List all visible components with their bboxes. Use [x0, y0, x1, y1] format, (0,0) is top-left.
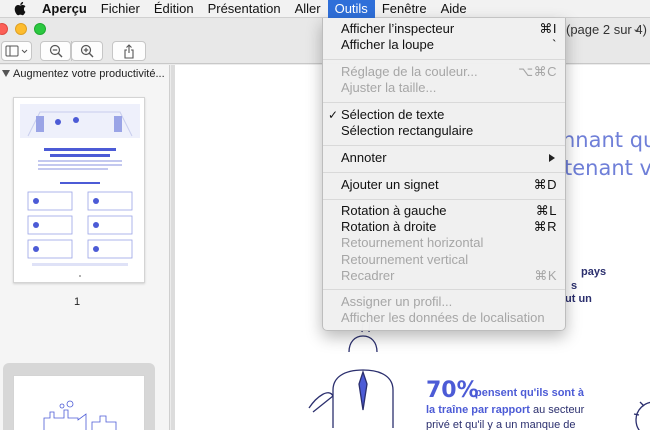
- menu-item-afficher-loupe[interactable]: Afficher la loupe `: [323, 37, 565, 53]
- menu-item-label: Afficher la loupe: [341, 37, 434, 52]
- menu-item-rotation-droite[interactable]: Rotation à droite ⌘R: [323, 219, 565, 235]
- zoom-in-button[interactable]: [71, 41, 103, 61]
- menu-item-label: Rotation à gauche: [341, 203, 447, 218]
- apple-icon[interactable]: [13, 1, 27, 16]
- menu-item-label: Ajouter un signet: [341, 177, 439, 192]
- statistic-text-line-2-rest: au secteur: [529, 404, 585, 416]
- menu-item-retournement-horizontal: Retournement horizontal: [323, 235, 565, 251]
- zoom-out-icon: [49, 44, 62, 58]
- statistic-text-line-2-bold: la traîne par rapport: [426, 404, 530, 416]
- menu-edition[interactable]: Édition: [147, 0, 201, 18]
- menu-item-ajouter-signet[interactable]: Ajouter un signet ⌘D: [323, 177, 565, 193]
- sidebar-toggle-icon: [5, 45, 27, 57]
- page-side-text-2: s: [571, 280, 578, 292]
- menu-item-label: Retournement horizontal: [341, 235, 484, 250]
- menu-item-shortcut: ⌘D: [533, 177, 557, 192]
- page-thumbnail-2-image: [43, 400, 117, 430]
- menu-item-label: Afficher les données de localisation: [341, 310, 545, 325]
- chevron-right-icon: [549, 154, 555, 162]
- window-controls: [0, 23, 46, 35]
- menu-outils[interactable]: Outils: [327, 0, 375, 18]
- menu-item-retournement-vertical: Retournement vertical: [323, 252, 565, 268]
- menu-separator: [323, 172, 565, 173]
- menu-aide[interactable]: Aide: [434, 0, 474, 18]
- menu-item-label: Sélection de texte: [341, 107, 445, 122]
- page-thumbnail-2[interactable]: [13, 375, 145, 430]
- menu-item-shortcut: ⌥⌘C: [518, 64, 557, 79]
- gear-illustration: [633, 401, 650, 430]
- statistic-text-line-3: privé et qu'il y a un manque de: [426, 419, 576, 430]
- zoom-in-icon: [80, 44, 94, 58]
- menu-separator: [323, 145, 565, 146]
- share-button[interactable]: [112, 41, 146, 61]
- close-window-button[interactable]: [0, 23, 8, 35]
- outils-dropdown-menu: Afficher l’inspecteur ⌘I Afficher la lou…: [322, 18, 566, 331]
- menu-bar: Aperçu Fichier Édition Présentation Alle…: [0, 0, 650, 18]
- menu-fenetre[interactable]: Fenêtre: [375, 0, 434, 18]
- page-side-text-3: ut un: [565, 293, 592, 305]
- minimize-window-button[interactable]: [15, 23, 27, 35]
- menu-item-selection-texte[interactable]: ✓ Sélection de texte: [323, 107, 565, 123]
- menu-item-shortcut: ⌘L: [535, 203, 557, 218]
- page-thumbnail-1-image: [20, 104, 140, 277]
- sidebar-document-title: Augmentez votre productivité...: [13, 68, 165, 80]
- menu-fichier[interactable]: Fichier: [94, 0, 147, 18]
- menu-item-shortcut: `: [552, 37, 557, 52]
- menu-item-label: Ajuster la taille...: [341, 80, 437, 95]
- menu-item-label: Afficher l’inspecteur: [341, 21, 455, 36]
- menu-separator: [323, 59, 565, 60]
- checkmark-icon: ✓: [328, 108, 339, 122]
- statistic-text-line-1: pensent qu'ils sont à: [475, 387, 584, 399]
- menu-item-recadrer: Recadrer ⌘K: [323, 268, 565, 284]
- page-heading-line-1: nnant qu: [562, 128, 650, 152]
- page-thumbnail-1[interactable]: [13, 97, 145, 283]
- menu-separator: [323, 289, 565, 290]
- menu-app-name[interactable]: Aperçu: [37, 0, 94, 18]
- title-menu-chevron-icon[interactable]: ⌄: [632, 22, 641, 35]
- menu-item-selection-rectangulaire[interactable]: Sélection rectangulaire: [323, 123, 565, 139]
- menu-item-label: Recadrer: [341, 268, 395, 283]
- menu-item-label: Rotation à droite: [341, 219, 437, 234]
- menu-item-assigner-profil: Assigner un profil...: [323, 294, 565, 310]
- menu-item-shortcut: ⌘R: [533, 219, 557, 234]
- thumbnail-sidebar: Augmentez votre productivité... 1: [0, 65, 170, 430]
- page-number-label: 1: [74, 296, 81, 308]
- menu-item-label: Sélection rectangulaire: [341, 123, 474, 138]
- statistic-value: 70%: [426, 378, 479, 403]
- menu-item-shortcut: ⌘K: [534, 268, 557, 283]
- zoom-window-button[interactable]: [34, 23, 46, 35]
- disclosure-triangle-icon[interactable]: [2, 70, 10, 77]
- menu-presentation[interactable]: Présentation: [201, 0, 288, 18]
- menu-aller[interactable]: Aller: [288, 0, 328, 18]
- menu-item-donnees-localisation: Afficher les données de localisation: [323, 310, 565, 326]
- menu-item-label: Assigner un profil...: [341, 294, 453, 309]
- menu-item-shortcut: ⌘I: [539, 21, 557, 36]
- page-heading-line-2: tenant vo: [564, 156, 650, 180]
- share-icon: [124, 43, 134, 59]
- sidebar-document-header[interactable]: Augmentez votre productivité...: [0, 67, 170, 83]
- menu-item-afficher-inspecteur[interactable]: Afficher l’inspecteur ⌘I: [323, 21, 565, 37]
- zoom-out-button[interactable]: [40, 41, 71, 61]
- menu-item-label: Réglage de la couleur...: [341, 64, 478, 79]
- menu-item-rotation-gauche[interactable]: Rotation à gauche ⌘L: [323, 203, 565, 219]
- page-side-text-1: pays: [581, 266, 607, 278]
- menu-item-label: Annoter: [341, 150, 387, 165]
- menu-item-label: Retournement vertical: [341, 252, 469, 267]
- menu-item-annoter[interactable]: Annoter: [323, 150, 565, 166]
- menu-separator: [323, 102, 565, 103]
- sidebar-view-button[interactable]: [1, 41, 32, 61]
- menu-item-reglage-couleur: Réglage de la couleur... ⌥⌘C: [323, 64, 565, 80]
- menu-separator: [323, 199, 565, 200]
- menu-item-ajuster-taille: Ajuster la taille...: [323, 80, 565, 96]
- statistic-text-line-2: la traîne par rapport au secteur: [426, 404, 584, 416]
